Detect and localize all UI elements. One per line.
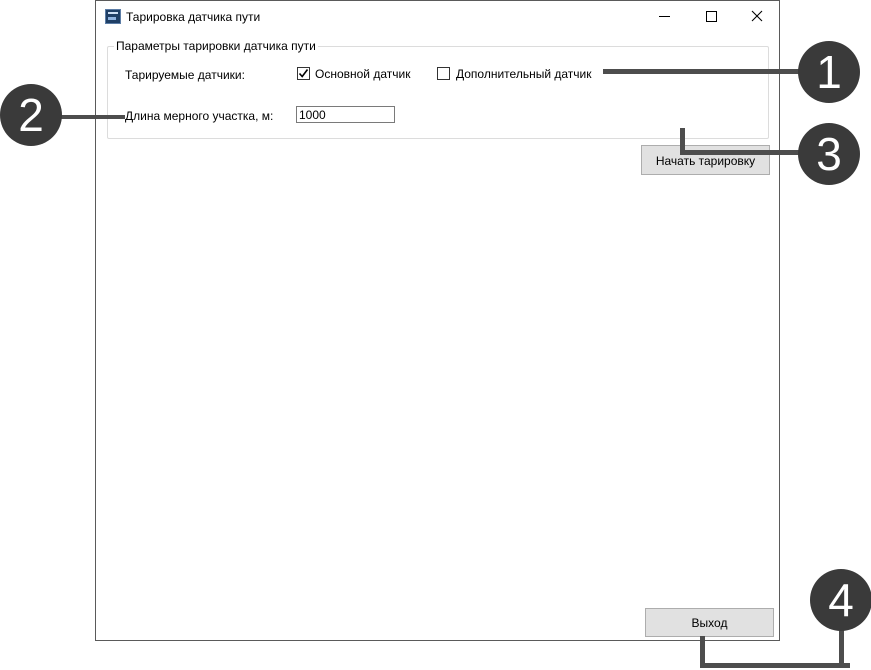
app-icon [105,9,121,24]
group-legend: Параметры тарировки датчика пути [114,39,318,53]
exit-button[interactable]: Выход [645,608,774,637]
main-sensor-label[interactable]: Основной датчик [315,67,410,81]
maximize-button[interactable] [688,1,734,31]
callout-badge-3: 3 [798,123,860,185]
length-input[interactable] [296,106,395,123]
callout-badge-2: 2 [0,84,62,146]
callout-3-line-horizontal [680,150,805,155]
callout-4-line-bottom [700,663,850,668]
callout-1-line [603,69,803,74]
window-title: Тарировка датчика пути [126,10,261,24]
length-label: Длина мерного участка, м: [125,109,274,123]
callout-badge-4: 4 [810,569,871,631]
maximize-icon [706,11,717,22]
checkmark-icon [298,69,309,78]
sensors-label: Тарируемые датчики: [125,68,245,82]
callout-badge-1: 1 [798,41,860,103]
title-bar: Тарировка датчика пути [96,1,779,32]
close-button[interactable] [734,1,780,31]
minimize-icon [659,16,670,17]
main-sensor-checkbox[interactable] [297,67,310,80]
extra-sensor-label[interactable]: Дополнительный датчик [456,67,591,81]
callout-2-line [55,115,125,119]
app-window: Тарировка датчика пути Параметры тариров… [95,0,780,641]
minimize-button[interactable] [641,1,687,31]
extra-sensor-checkbox[interactable] [437,67,450,80]
calibration-params-group: Параметры тарировки датчика пути Тарируе… [107,39,770,175]
close-icon [751,10,763,22]
